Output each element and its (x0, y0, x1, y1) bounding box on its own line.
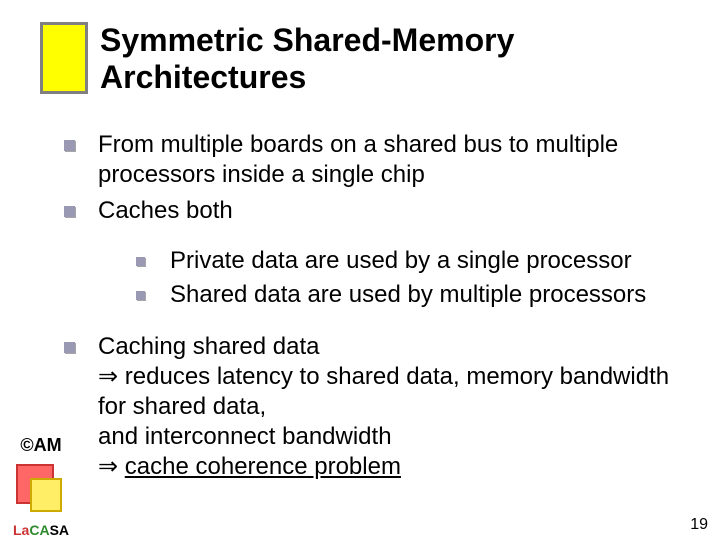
page-number: 19 (690, 516, 708, 534)
bullet-level1: From multiple boards on a shared bus to … (50, 130, 680, 190)
slide-title: Symmetric Shared-Memory Architectures (100, 22, 680, 96)
bullet-level1: Caching shared data ⇒ reduces latency to… (50, 332, 680, 482)
lacasa-logo (16, 464, 64, 518)
double-arrow-icon: ⇒ (98, 453, 118, 480)
slide-body: From multiple boards on a shared bus to … (50, 130, 680, 488)
bullet-level1: Caches both (50, 196, 680, 226)
lacasa-ca: CA (29, 522, 49, 538)
copyright-am: ©AM (6, 435, 76, 456)
spacer (50, 232, 680, 246)
bullet-text: Caching shared data (98, 333, 319, 360)
double-arrow-icon: ⇒ (98, 363, 118, 390)
lacasa-label: LaCASA (6, 522, 76, 538)
bullet-text-underlined: cache coherence problem (125, 453, 401, 480)
bullet-level2: Shared data are used by multiple process… (50, 280, 680, 310)
bullet-text: reduces latency to shared data, memory b… (98, 363, 669, 420)
title-block: Symmetric Shared-Memory Architectures (40, 22, 680, 96)
logo-square-yellow (30, 478, 62, 512)
bullet-text: From multiple boards on a shared bus to … (98, 131, 618, 188)
spacer (50, 314, 680, 332)
bullet-level2: Private data are used by a single proces… (50, 246, 680, 276)
bullet-text: and interconnect bandwidth (98, 423, 392, 450)
lacasa-la: La (13, 522, 29, 538)
bullet-text: Private data are used by a single proces… (170, 247, 632, 274)
slide: Symmetric Shared-Memory Architectures Fr… (0, 0, 720, 540)
bullet-text: Shared data are used by multiple process… (170, 281, 646, 308)
title-accent-box (40, 22, 88, 94)
lacasa-sa: SA (50, 522, 69, 538)
bullet-text: Caches both (98, 197, 233, 224)
